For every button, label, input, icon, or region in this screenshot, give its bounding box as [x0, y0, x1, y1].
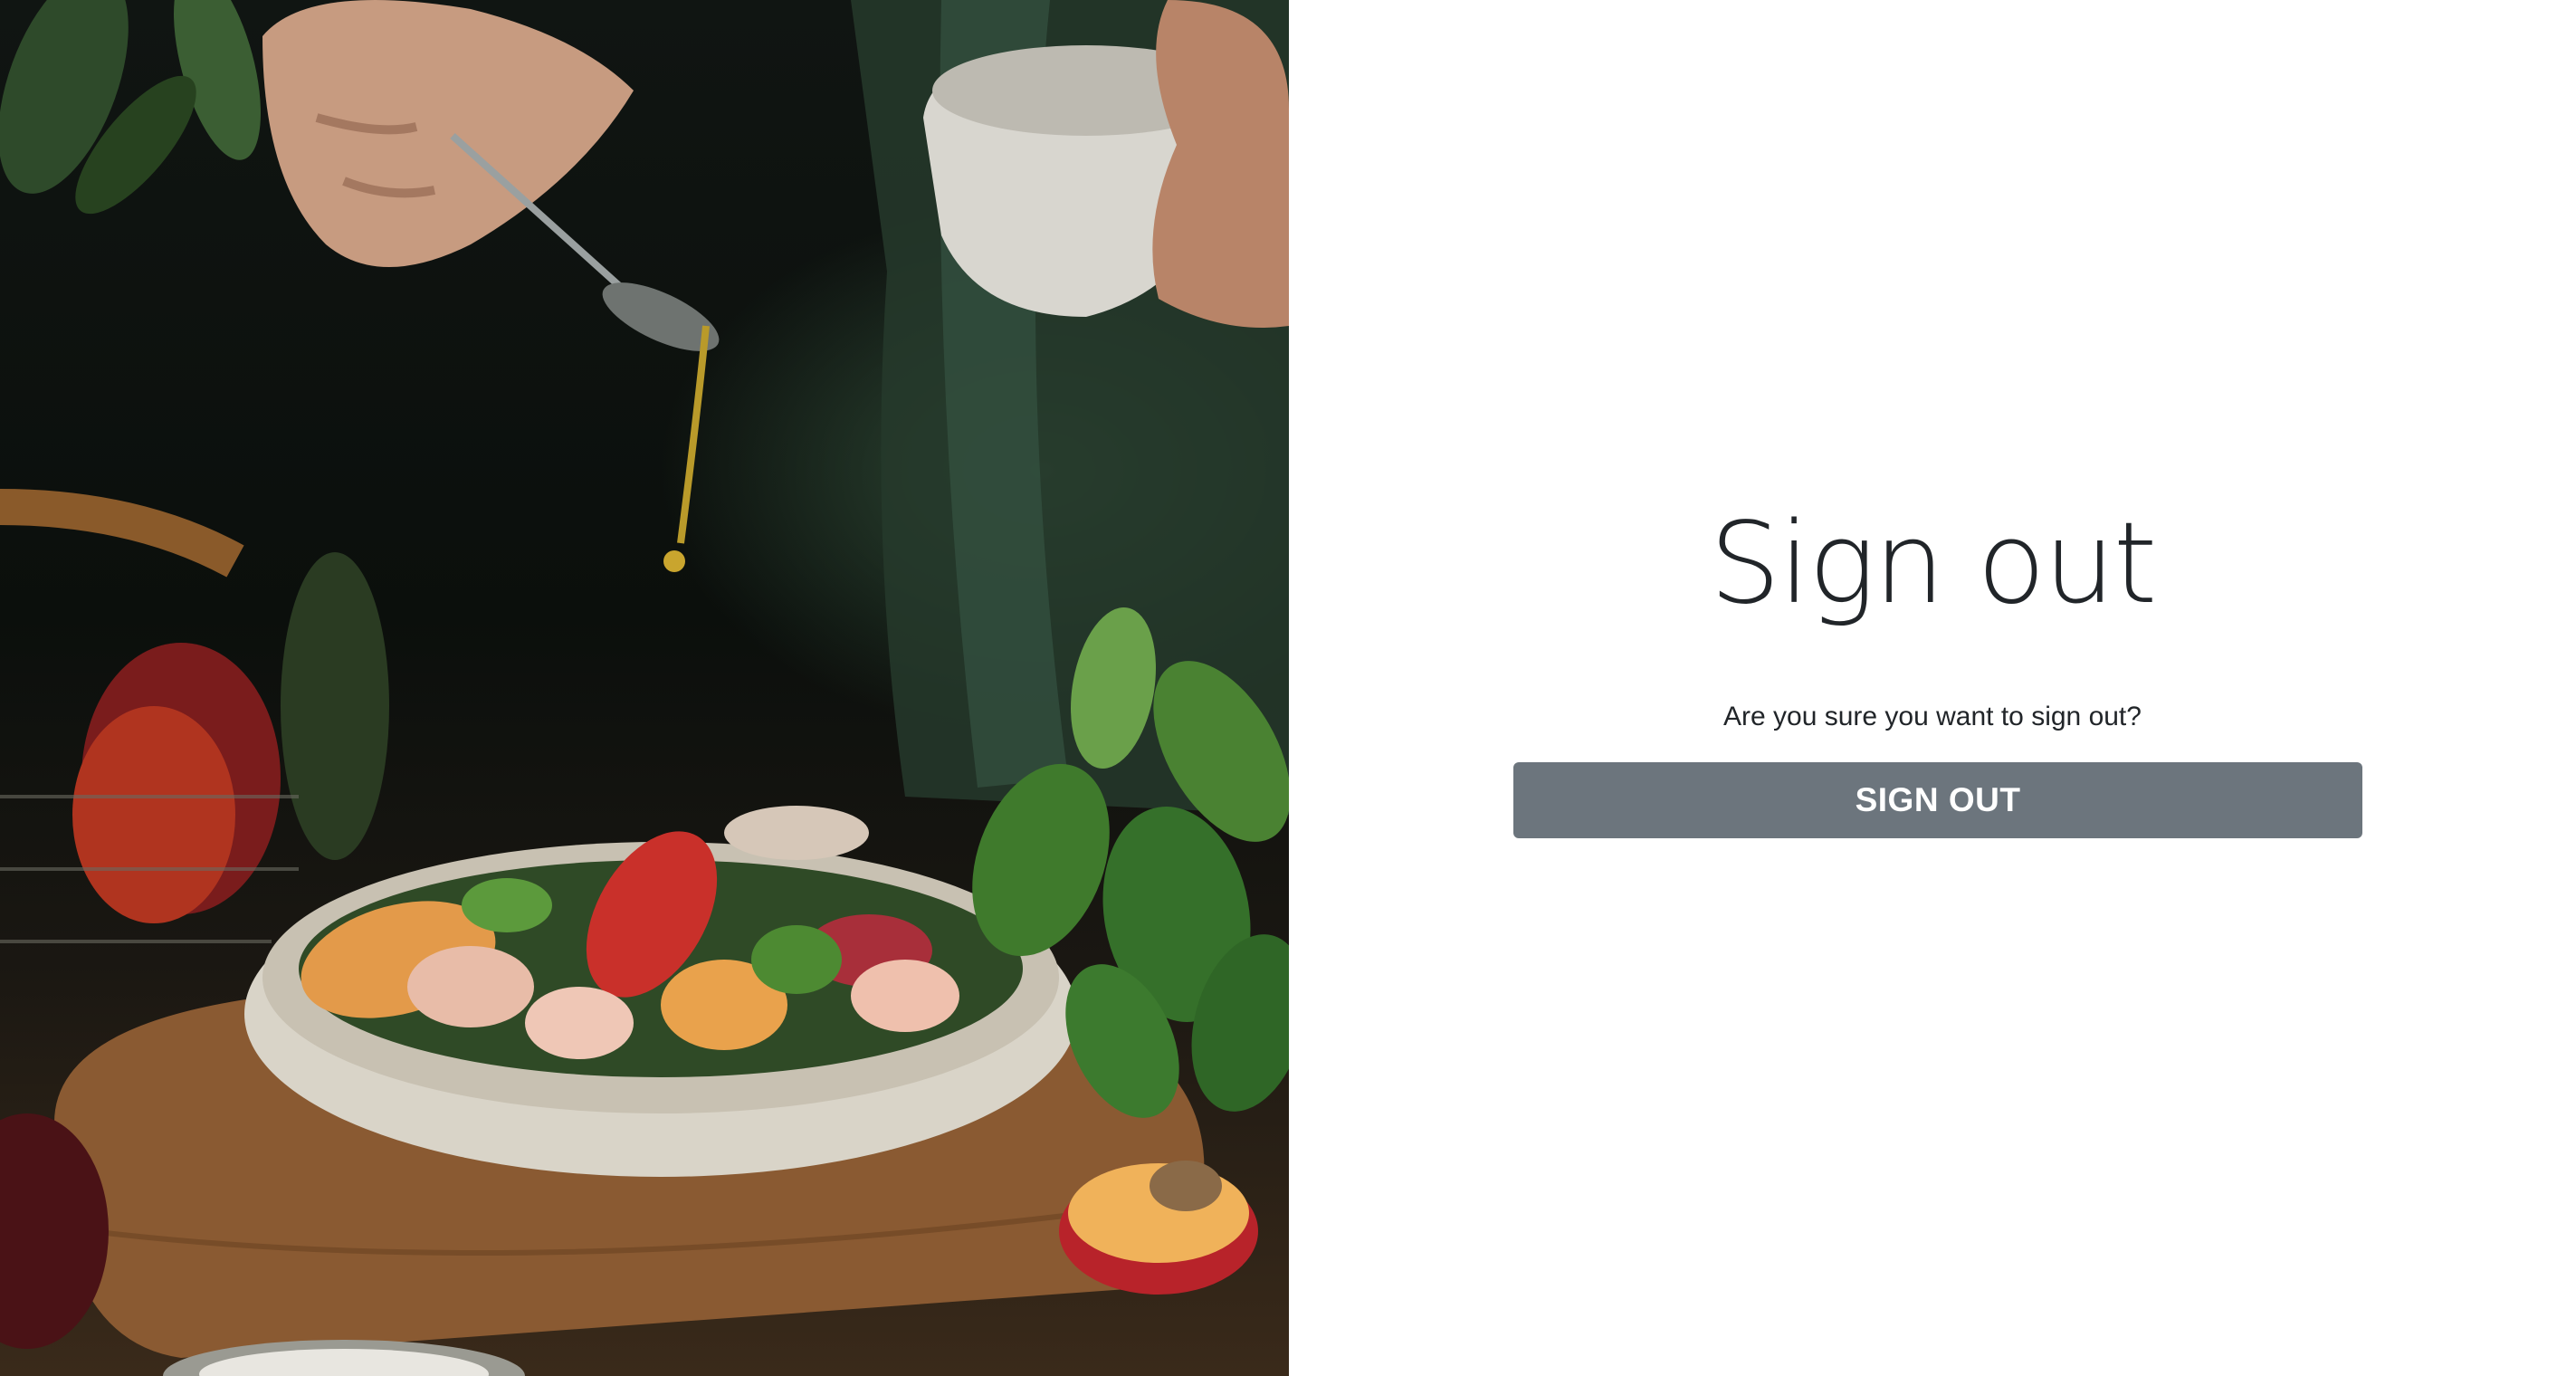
sign-out-button[interactable]: SIGN OUT: [1513, 762, 2362, 838]
food-photo: [0, 0, 1289, 1376]
page-title: Sign out: [1709, 499, 2158, 629]
signout-page: Sign out Are you sure you want to sign o…: [0, 0, 2576, 1376]
salad-photo-illustration: [0, 0, 1289, 1376]
signout-panel: Sign out Are you sure you want to sign o…: [1289, 0, 2576, 1376]
signout-confirmation-text: Are you sure you want to sign out?: [1723, 702, 2142, 731]
